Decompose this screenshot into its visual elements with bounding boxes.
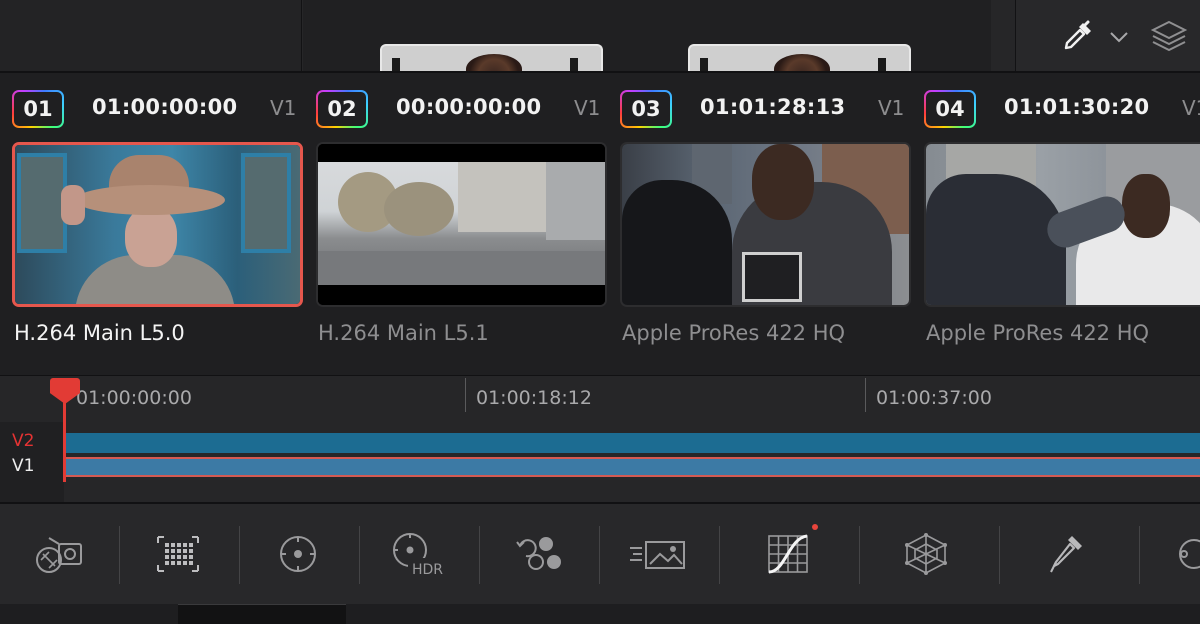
clip-timecode: 01:01:28:13 <box>700 95 846 119</box>
clip-header: 02 00:00:00:00 V1 <box>316 90 616 128</box>
bottom-panel-tab[interactable] <box>178 604 346 624</box>
clip-number: 04 <box>926 92 974 126</box>
clip-track: V1 <box>574 96 601 120</box>
curves-change-indicator <box>812 524 818 530</box>
toolbar-separator <box>999 526 1000 584</box>
toolbar-separator <box>1139 526 1140 584</box>
viewer-clip-thumbnail[interactable] <box>688 44 911 74</box>
track-v1-clip[interactable] <box>66 457 1200 477</box>
chevron-down-icon[interactable] <box>1106 24 1132 50</box>
toolbar-separator <box>479 526 480 584</box>
camera-raw-icon[interactable] <box>28 524 88 584</box>
clip-02[interactable]: 02 00:00:00:00 V1 H.264 Main L5.1 <box>304 73 608 375</box>
clip-01[interactable]: 01 01:00:00:00 V1 H.264 Main L5.0 <box>0 73 304 375</box>
palette-toolbar: HDR <box>0 502 1200 604</box>
top-strip <box>0 0 1200 74</box>
clip-number: 01 <box>14 92 62 126</box>
thumbnail-image <box>622 144 909 305</box>
top-left-panel <box>0 0 302 72</box>
clip-number-badge: 04 <box>924 90 976 128</box>
clip-codec-label: H.264 Main L5.0 <box>14 321 185 345</box>
ruler-tick <box>465 378 466 412</box>
clip-thumbnail[interactable] <box>620 142 911 307</box>
motion-effects-icon[interactable] <box>626 524 690 584</box>
clip-number-badge: 02 <box>316 90 368 128</box>
viewer-strip <box>303 0 991 74</box>
clip-track: V1 <box>878 96 905 120</box>
thumbnail-image <box>318 144 605 305</box>
color-warper-icon[interactable] <box>896 524 956 584</box>
clip-number-badge: 03 <box>620 90 672 128</box>
playhead[interactable] <box>63 396 66 482</box>
clip-header: 04 01:01:30:20 V1 <box>924 90 1200 128</box>
hdr-wheels-icon[interactable]: HDR <box>384 524 454 584</box>
track-labels: V2 V1 <box>0 422 64 503</box>
track-label-v2: V2 <box>12 431 35 451</box>
viewer-clip-thumbnail[interactable] <box>380 44 603 74</box>
toolbar-separator <box>239 526 240 584</box>
clip-thumbnail[interactable] <box>924 142 1200 307</box>
clip-thumbnail[interactable] <box>316 142 607 307</box>
clip-track: V1 <box>270 96 297 120</box>
qualifier-icon[interactable] <box>1038 524 1098 584</box>
curves-icon[interactable] <box>758 524 818 584</box>
hdr-label: HDR <box>412 562 443 578</box>
rgb-mixer-icon[interactable] <box>508 524 568 584</box>
clip-track: V1 <box>1182 96 1200 120</box>
toolbar-separator <box>119 526 120 584</box>
clip-thumbnail[interactable] <box>12 142 303 307</box>
top-right-panel <box>1015 0 1200 72</box>
toolbar-separator <box>719 526 720 584</box>
toolbar-separator <box>599 526 600 584</box>
layers-icon[interactable] <box>1146 16 1192 56</box>
track-v2-clip[interactable] <box>66 433 1200 453</box>
clip-codec-label: H.264 Main L5.1 <box>318 321 489 345</box>
clip-timecode: 01:00:00:00 <box>92 95 238 119</box>
windows-icon[interactable] <box>1164 524 1200 584</box>
clip-number: 03 <box>622 92 670 126</box>
timeline-ruler[interactable]: 01:00:00:00 01:00:18:12 01:00:37:00 <box>0 376 1200 422</box>
ruler-label: 01:00:18:12 <box>476 387 592 409</box>
clip-header: 03 01:01:28:13 V1 <box>620 90 920 128</box>
ruler-label: 01:00:00:00 <box>76 387 192 409</box>
thumbnail-image <box>15 145 300 304</box>
clip-gallery: 01 01:00:00:00 V1 H.264 Main L5.0 02 00:… <box>0 73 1200 375</box>
clip-timecode: 00:00:00:00 <box>396 95 542 119</box>
ruler-label: 01:00:37:00 <box>876 387 992 409</box>
toolbar-separator <box>359 526 360 584</box>
clip-codec-label: Apple ProRes 422 HQ <box>622 321 846 345</box>
color-wheels-icon[interactable] <box>268 524 328 584</box>
bottom-bar <box>0 604 1200 624</box>
clip-timecode: 01:01:30:20 <box>1004 95 1150 119</box>
color-match-icon[interactable] <box>148 524 208 584</box>
clip-header: 01 01:00:00:00 V1 <box>12 90 312 128</box>
thumbnail-image <box>926 144 1200 305</box>
clip-number-badge: 01 <box>12 90 64 128</box>
ruler-tick <box>865 378 866 412</box>
toolbar-separator <box>859 526 860 584</box>
clip-number: 02 <box>318 92 366 126</box>
clip-04[interactable]: 04 01:01:30:20 V1 Apple ProRes 422 HQ <box>912 73 1200 375</box>
track-label-v1: V1 <box>12 456 35 476</box>
clip-03[interactable]: 03 01:01:28:13 V1 Apple ProRes 422 HQ <box>608 73 912 375</box>
clip-codec-label: Apple ProRes 422 HQ <box>926 321 1150 345</box>
eyedropper-icon[interactable] <box>1060 18 1096 54</box>
mini-timeline: 01:00:00:00 01:00:18:12 01:00:37:00 V2 V… <box>0 375 1200 503</box>
